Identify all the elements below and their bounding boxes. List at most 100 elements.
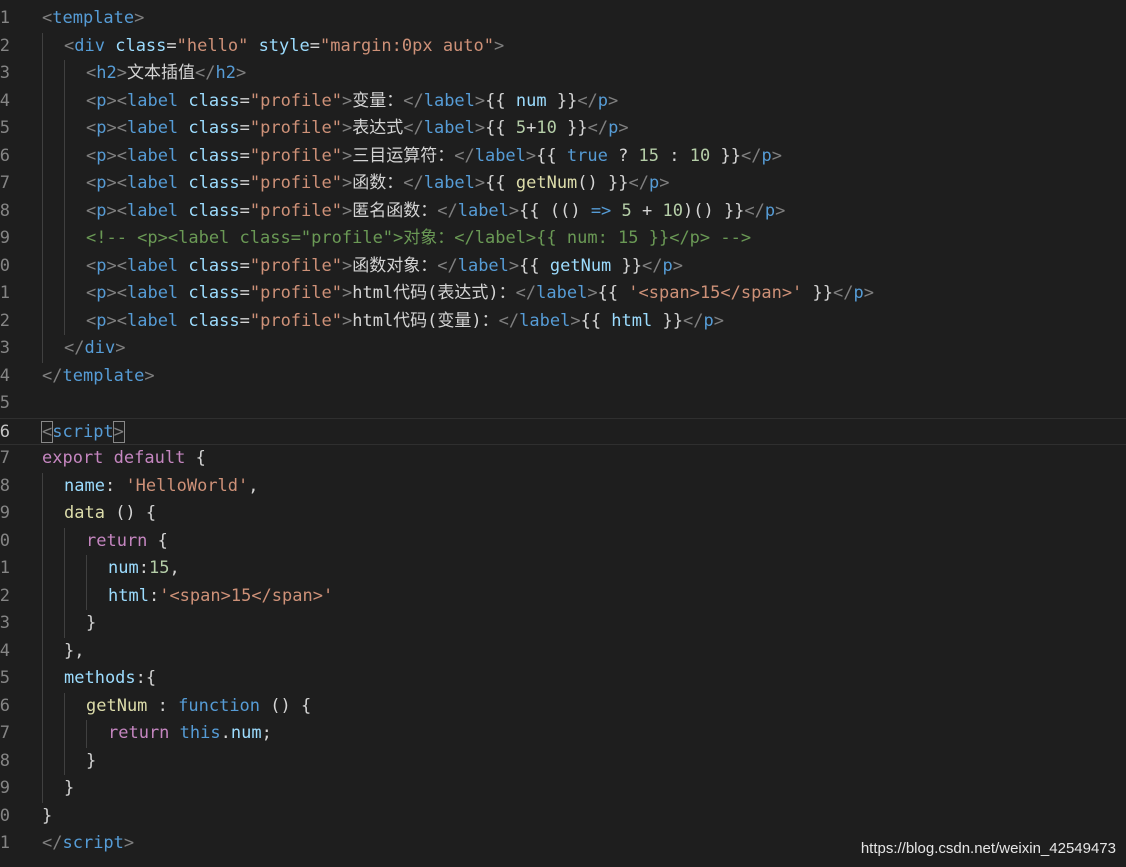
code-editor[interactable]: 1 <template> 2 <div class="hello" style="ma… (0, 0, 1126, 867)
code-text[interactable]: export default { (42, 445, 206, 473)
code-line[interactable]: 0 return { (0, 527, 1126, 556)
code-line[interactable]: 7 <p><label class="profile">函数：</label>{{… (0, 170, 1126, 198)
code-text[interactable]: <template> (42, 5, 144, 33)
code-line[interactable]: 1 <template> (0, 5, 1126, 33)
indent-guide (64, 87, 65, 115)
code-token: > (618, 118, 629, 138)
line-number: 3 (0, 338, 10, 358)
code-token: class (188, 90, 240, 111)
code-token: 变量： (352, 90, 404, 111)
code-token: }} (546, 90, 578, 111)
code-line[interactable]: 5 <p><label class="profile">表达式</label>{{… (0, 115, 1126, 143)
code-line[interactable]: 7 export default { (0, 445, 1126, 473)
code-token: class (188, 200, 240, 221)
line-number: 6 (0, 145, 10, 166)
code-text[interactable]: <p><label class="profile">html代码(变量)：</l… (86, 308, 724, 336)
code-line[interactable]: 7 return this.num; (0, 720, 1126, 748)
code-token: html (108, 585, 149, 606)
code-text[interactable]: <p><label class="profile">函数对象：</label>{… (86, 253, 683, 281)
code-line[interactable]: 2 <div class="hello" style="margin:0px au… (0, 32, 1126, 61)
code-line[interactable]: 3 <h2>文本插值</h2> (0, 60, 1126, 88)
code-text[interactable]: </template> (42, 363, 155, 391)
code-token: () }} (577, 173, 629, 193)
code-line[interactable]: 1 num:15, (0, 555, 1126, 583)
code-line[interactable]: 4 <p><label class="profile">变量：</label>{{… (0, 87, 1126, 116)
code-token: , (169, 558, 180, 578)
code-token: :{ (135, 668, 157, 688)
code-text[interactable]: <p><label class="profile">三目运算符：</label>… (86, 143, 782, 171)
code-line[interactable]: 0} (0, 803, 1126, 831)
code-text[interactable]: <h2>文本插值</h2> (86, 60, 246, 88)
code-text[interactable]: <script> (40, 419, 125, 447)
code-text[interactable]: return { (86, 528, 168, 556)
code-token: { (185, 448, 206, 468)
code-token: label (126, 90, 179, 111)
code-token: template (62, 365, 145, 386)
indent-guide (42, 747, 43, 775)
code-line[interactable]: 3} (0, 610, 1126, 638)
indent-guide (86, 555, 87, 583)
code-line[interactable]: 6 <p><label class="profile">三目运算符：</label… (0, 142, 1126, 171)
code-lines[interactable]: 1 <template> 2 <div class="hello" style="ma… (0, 5, 1126, 858)
code-line[interactable]: 4}, (0, 637, 1126, 666)
code-token: } (64, 778, 75, 798)
code-token: > (771, 145, 782, 166)
code-token: {{ (580, 310, 612, 331)
code-text[interactable]: num:15, (108, 555, 180, 583)
code-token: </ (515, 283, 537, 303)
watermark-text: https://blog.csdn.net/weixin_42549473 (860, 840, 1116, 857)
code-line[interactable]: 8 <p><label class="profile">匿名函数：</label>… (0, 197, 1126, 226)
code-text[interactable]: return this.num; (108, 720, 272, 748)
code-token: num (515, 90, 547, 111)
code-text[interactable]: } (64, 775, 74, 803)
code-text[interactable]: methods:{ (64, 665, 156, 693)
code-text[interactable]: } (42, 803, 52, 831)
line-number: 2 (0, 310, 10, 331)
code-text[interactable]: <p><label class="profile">匿名函数：</label>{… (86, 198, 785, 226)
code-line[interactable]: 9} (0, 775, 1126, 803)
code-token: label (126, 283, 179, 303)
code-text[interactable]: <p><label class="profile">函数：</label>{{ … (86, 170, 669, 198)
line-number: 1 (0, 833, 10, 853)
code-text[interactable]: html:'<span>15</span>' (108, 583, 333, 611)
line-number: 3 (0, 63, 10, 83)
code-line[interactable]: 2 html:'<span>15</span>' (0, 582, 1126, 611)
code-line[interactable]: 6 <script> (0, 417, 1126, 447)
code-text[interactable]: <!-- <p><label class="profile">对象：</labe… (86, 225, 751, 253)
code-line[interactable]: 5 methods:{ (0, 665, 1126, 693)
code-token: > (112, 420, 125, 443)
code-token: < (86, 283, 97, 303)
code-token: = (239, 255, 250, 276)
code-text[interactable]: } (86, 748, 96, 776)
code-text[interactable]: </script> (42, 830, 134, 858)
indent-guide (64, 170, 65, 198)
code-text[interactable]: <p><label class="profile">html代码(表达式)：</… (86, 280, 874, 308)
code-text[interactable]: </div> (64, 335, 125, 363)
code-token: class (188, 255, 240, 276)
code-text[interactable]: data () { (64, 500, 156, 528)
code-line[interactable]: 0 <p><label class="profile">函数对象：</label>… (0, 252, 1126, 281)
code-text[interactable]: } (86, 610, 96, 638)
code-token: </ (437, 255, 458, 276)
code-token: getNum (515, 173, 578, 193)
code-text[interactable]: getNum : function () { (86, 693, 311, 721)
code-line[interactable]: 4 </template> (0, 363, 1126, 391)
code-line[interactable]: 8 name: 'HelloWorld', (0, 472, 1126, 501)
code-line[interactable]: 2 <p><label class="profile">html代码(变量)：</… (0, 307, 1126, 336)
code-text[interactable]: <p><label class="profile">表达式</label>{{ … (86, 115, 629, 143)
code-line[interactable]: 5 (0, 390, 1126, 418)
code-token: h2 (96, 63, 117, 83)
code-line[interactable]: 8} (0, 747, 1126, 776)
code-line[interactable]: 1 <p><label class="profile">html代码(表达式)：<… (0, 280, 1126, 308)
code-text[interactable]: <div class="hello" style="margin:0px aut… (64, 33, 504, 61)
code-line[interactable]: 9 <!-- <p><label class="profile">对象：</lab… (0, 225, 1126, 253)
code-text[interactable]: name: 'HelloWorld', (64, 473, 259, 501)
code-token: '<span>15</span>' (159, 585, 334, 606)
code-line[interactable]: 6 getNum : function () { (0, 692, 1126, 721)
code-line[interactable]: 3 </div> (0, 335, 1126, 363)
indent-guide (42, 87, 43, 115)
code-text[interactable]: }, (64, 638, 84, 666)
code-text[interactable]: <p><label class="profile">变量：</label>{{ … (86, 88, 618, 116)
code-line[interactable]: 9 data () { (0, 500, 1126, 528)
